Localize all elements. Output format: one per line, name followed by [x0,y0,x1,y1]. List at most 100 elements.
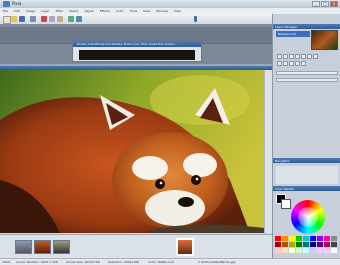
swatch[interactable] [275,248,281,253]
swatch[interactable] [310,242,316,247]
menu-help[interactable]: Help [174,9,181,13]
window-title: Pixia [12,1,22,6]
layer-row-label: Background [278,32,296,36]
floating-window-preview [79,50,195,60]
cut-icon[interactable] [41,16,47,22]
swatch[interactable] [275,236,281,241]
new-file-icon[interactable] [3,16,11,24]
floating-window[interactable]: Dream something and display: Brand you, … [72,40,202,62]
thumbnail-2[interactable] [34,240,51,254]
swatch[interactable] [296,248,302,253]
swatch[interactable] [303,242,309,247]
navigator-preview[interactable] [276,166,338,184]
pencil-icon[interactable] [283,54,288,59]
crop-icon[interactable] [295,61,300,66]
layers-panel-title: Layer Manager [275,25,298,29]
menu-color[interactable]: Color [116,9,124,13]
text-icon[interactable] [301,54,306,59]
swatch[interactable] [324,236,330,241]
status-color: Color: RGB(0,0,0) [148,260,175,264]
menu-tools[interactable]: Tools [130,9,137,13]
menu-image[interactable]: Image [26,9,35,13]
background-color-swatch[interactable] [281,199,291,209]
swatch[interactable] [282,236,288,241]
menu-effects[interactable]: Effects [100,9,110,13]
color-swatch-grid [275,236,339,256]
swatch[interactable] [331,236,337,241]
layer-thumbnail [311,30,338,50]
swatch[interactable] [317,248,323,253]
undo-icon[interactable] [68,16,74,22]
menu-view[interactable]: View [143,9,150,13]
lasso-icon[interactable] [283,61,288,66]
swatch[interactable] [310,236,316,241]
redo-icon[interactable] [76,16,82,22]
thumbnail-active[interactable] [176,238,194,256]
eraser-icon[interactable] [289,54,294,59]
navigator-panel-header: Navigator [273,158,340,163]
floating-window-titlebar[interactable]: Dream something and display: Brand you, … [73,41,201,47]
fill-icon[interactable] [295,54,300,59]
navigator-panel-title: Navigator [275,159,290,163]
color-panel-header: Color Palette [273,186,340,191]
status-cursor: Cursor Position: 1024 x 768 [16,260,58,264]
minimize-button[interactable]: _ [312,1,320,7]
eyedropper-icon[interactable] [301,61,306,66]
maximize-button[interactable]: □ [321,1,329,7]
layers-panel-header: Layer Manager [273,24,340,29]
color-panel-title: Color Palette [275,187,295,191]
blend-mode-select[interactable] [276,78,338,82]
save-icon[interactable] [19,16,25,22]
swatch[interactable] [275,242,281,247]
swatch[interactable] [282,242,288,247]
layer-row-selected[interactable]: Background [276,31,310,37]
thumbnail-3[interactable] [53,240,70,254]
swatch[interactable] [331,248,337,253]
open-folder-icon[interactable] [11,16,17,22]
swatch[interactable] [289,236,295,241]
color-wheel[interactable] [291,200,325,234]
swatch[interactable] [317,236,323,241]
select-icon[interactable] [277,61,282,66]
copy-icon[interactable] [49,16,55,22]
move-icon[interactable] [313,54,318,59]
floating-window-title: Dream something and display: Brand you, … [77,42,177,46]
swatch[interactable] [282,248,288,253]
swatch[interactable] [296,236,302,241]
status-size: Actual Size: 1024x768 [66,260,100,264]
swatch[interactable] [289,242,295,247]
right-panel: Layer Manager Background Navigator Color… [272,14,340,258]
app-icon [3,1,10,7]
swatch[interactable] [317,242,323,247]
paste-icon[interactable] [57,16,63,22]
opacity-slider[interactable] [276,71,338,75]
status-file: C:\Pictures\RedPanda.jpg [198,260,236,264]
swatch[interactable] [324,248,330,253]
swatch[interactable] [310,248,316,253]
swatch[interactable] [296,242,302,247]
brush-icon[interactable] [277,54,282,59]
thumbnail-strip [0,234,272,259]
zoom-icon[interactable] [307,54,312,59]
menu-window[interactable]: Window [156,9,168,13]
menu-edit[interactable]: Edit [14,9,20,13]
swatch[interactable] [289,248,295,253]
menu-file[interactable]: File [3,9,8,13]
thumbnail-1[interactable] [15,240,32,254]
swatch[interactable] [303,248,309,253]
wand-icon[interactable] [289,61,294,66]
menu-adjust[interactable]: Adjust [84,9,93,13]
swatch[interactable] [331,242,337,247]
status-selection: Selection: 2024x768 [108,260,139,264]
menu-filter[interactable]: Filter [56,9,63,13]
status-zoom: 100% [2,260,11,264]
swatch[interactable] [303,236,309,241]
menu-select[interactable]: Select [69,9,78,13]
red-panda-photo[interactable] [0,70,264,233]
photo-canvas [0,70,264,233]
close-button[interactable]: x [330,1,338,7]
menu-layer[interactable]: Layer [41,9,49,13]
print-icon[interactable] [30,16,36,22]
swatch[interactable] [324,242,330,247]
toolbar-marker-icon[interactable] [194,16,197,22]
